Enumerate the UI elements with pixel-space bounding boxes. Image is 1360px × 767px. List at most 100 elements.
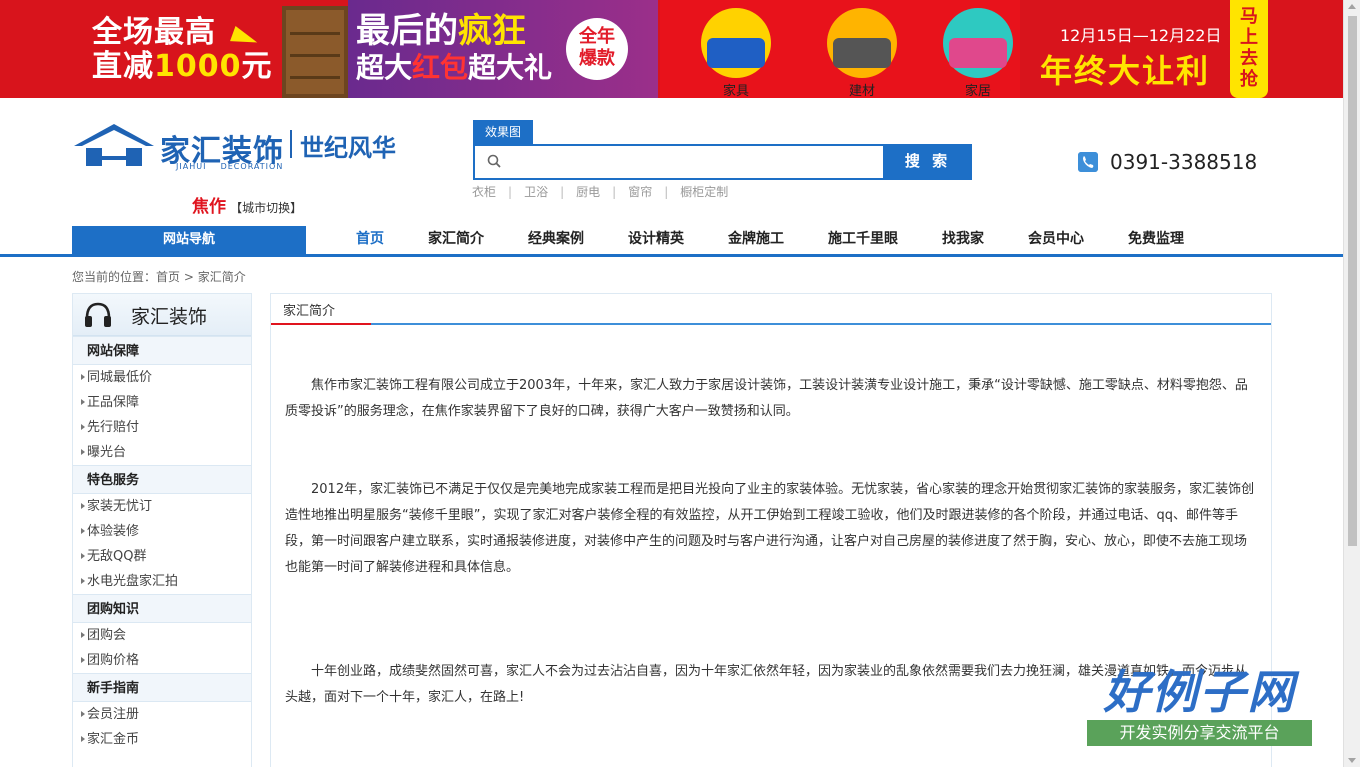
- logo-en2: DECORATION: [220, 162, 284, 171]
- house-logo-icon: [74, 124, 154, 166]
- sofa-icon: [701, 8, 771, 78]
- hot-sep: |: [560, 185, 565, 199]
- banner-line2-num: 1000: [154, 49, 242, 84]
- site-navigation-button[interactable]: 网站导航: [72, 226, 306, 254]
- breadcrumb-prefix: 您当前的位置：: [72, 270, 157, 284]
- nav-item-find-home[interactable]: 找我家: [920, 226, 1006, 254]
- scroll-thumb[interactable]: [1348, 16, 1357, 546]
- city-name: 焦作: [192, 197, 226, 217]
- main-nav: 首页 家汇简介 经典案例 设计精英 金牌施工 施工千里眼 找我家 会员中心 免费…: [334, 226, 1206, 254]
- logo-en1: JIAHUI: [176, 162, 207, 171]
- hot-keyword-curtain[interactable]: 窗帘: [628, 185, 652, 199]
- scroll-down-arrow-icon[interactable]: [1348, 758, 1356, 763]
- go-char-3: 去: [1240, 48, 1258, 69]
- banner-line2-prefix: 直减: [92, 49, 154, 84]
- sidebar-link-genuine[interactable]: 正品保障: [87, 395, 139, 410]
- hotline: 0391-3388518: [1078, 150, 1257, 174]
- sidebar-item[interactable]: 家汇金币: [73, 727, 251, 752]
- content-title: 家汇简介: [283, 304, 336, 319]
- search-tab-effect-images[interactable]: 效果图: [473, 120, 533, 144]
- sidebar-title: 家汇装饰: [131, 306, 208, 328]
- go-char-1: 马: [1240, 6, 1258, 27]
- sidebar-link-experience[interactable]: 体验装修: [87, 524, 139, 539]
- category-home[interactable]: 家居: [938, 8, 1018, 98]
- sidebar-item[interactable]: 家装无忧订: [73, 494, 251, 519]
- nav-item-member-center[interactable]: 会员中心: [1006, 226, 1106, 254]
- content-body: 焦作市家汇装饰工程有限公司成立于2003年，十年来，家汇人致力于家居设计装饰，工…: [271, 325, 1271, 711]
- scroll-up-arrow-icon[interactable]: [1348, 4, 1356, 9]
- sidebar-section-services: 特色服务: [73, 465, 251, 494]
- sidebar-item[interactable]: 体验装修: [73, 519, 251, 544]
- city-switch-link[interactable]: 【城市切换】: [230, 201, 302, 215]
- hot-keyword-cabinet[interactable]: 橱柜定制: [680, 185, 728, 199]
- sidebar-link-lowest-price[interactable]: 同城最低价: [87, 370, 152, 385]
- sidebar-link-worry-free[interactable]: 家装无忧订: [87, 499, 152, 514]
- search-input[interactable]: [509, 150, 869, 174]
- breadcrumb: 您当前的位置：首页 > 家汇简介: [72, 268, 246, 285]
- nav-item-free-supervision[interactable]: 免费监理: [1106, 226, 1206, 254]
- category-building-materials[interactable]: 建材: [822, 8, 902, 98]
- sidebar-item[interactable]: 团购会: [73, 623, 251, 648]
- promo-date: 12月15日—12月22日: [1060, 26, 1222, 45]
- sidebar-header: 家汇装饰: [73, 294, 251, 336]
- banner-discount-text: 全场最高 直减1000元: [92, 16, 273, 84]
- promo-banner[interactable]: 全场最高 直减1000元 最后的疯狂 超大红包超大礼 全年 爆款 家具 建材 家…: [0, 0, 1343, 98]
- category-building-materials-label: 建材: [848, 84, 875, 98]
- search-button[interactable]: 搜 索: [884, 144, 972, 180]
- nav-item-cases[interactable]: 经典案例: [506, 226, 606, 254]
- hot-keyword-kitchen-appliance[interactable]: 厨电: [576, 185, 600, 199]
- promo-l2c: 超大礼: [468, 51, 553, 84]
- sidebar-item[interactable]: 团购价格: [73, 648, 251, 673]
- category-home-label: 家居: [964, 84, 991, 98]
- category-furniture[interactable]: 家具: [696, 8, 776, 98]
- content-title-underline: [271, 323, 371, 325]
- range-hood-icon: [827, 8, 897, 78]
- sidebar-item[interactable]: 水电光盘家汇拍: [73, 569, 251, 594]
- vertical-scrollbar[interactable]: [1343, 0, 1360, 767]
- breadcrumb-home[interactable]: 首页: [156, 270, 180, 284]
- go-char-2: 上: [1240, 27, 1258, 48]
- nav-item-home[interactable]: 首页: [334, 226, 406, 254]
- phone-number: 0391-3388518: [1110, 150, 1258, 174]
- sidebar-item[interactable]: 无敌QQ群: [73, 544, 251, 569]
- search-box[interactable]: [473, 144, 885, 180]
- logo-english: JIAHUI DECORATION: [176, 162, 283, 171]
- headset-icon: [85, 302, 111, 327]
- breadcrumb-current[interactable]: 家汇简介: [198, 270, 246, 284]
- sidebar-link-coins[interactable]: 家汇金币: [87, 732, 139, 747]
- nav-item-designers[interactable]: 设计精英: [606, 226, 706, 254]
- sidebar-item[interactable]: 同城最低价: [73, 365, 251, 390]
- nav-item-construction[interactable]: 金牌施工: [706, 226, 806, 254]
- bookshelf-image: [282, 6, 348, 98]
- sidebar-item[interactable]: 会员注册: [73, 702, 251, 727]
- nav-item-site-camera[interactable]: 施工千里眼: [806, 226, 920, 254]
- sidebar-link-group-price[interactable]: 团购价格: [87, 653, 139, 668]
- hot-sep: |: [612, 185, 617, 199]
- sidebar-item[interactable]: 正品保障: [73, 390, 251, 415]
- watermark-logo: 好例子网 开发实例分享交流平台: [1087, 664, 1312, 746]
- site-logo[interactable]: 家汇装饰 世纪风华 JIAHUI DECORATION: [72, 122, 402, 174]
- breadcrumb-sep: >: [183, 270, 194, 284]
- hot-keyword-wardrobe[interactable]: 衣柜: [472, 185, 496, 199]
- hot-keyword-bathroom[interactable]: 卫浴: [524, 185, 548, 199]
- city-selector[interactable]: 焦作 【城市切换】: [192, 192, 302, 217]
- sidebar-item[interactable]: 先行赔付: [73, 415, 251, 440]
- watermark-subtitle: 开发实例分享交流平台: [1087, 720, 1312, 746]
- search-icon: [487, 154, 501, 168]
- sidebar-link-group-meeting[interactable]: 团购会: [87, 628, 126, 643]
- nav-item-about[interactable]: 家汇简介: [406, 226, 506, 254]
- promo-badge: 全年 爆款: [566, 18, 628, 80]
- logo-divider: [290, 130, 292, 158]
- sidebar-link-register[interactable]: 会员注册: [87, 707, 139, 722]
- sidebar-item[interactable]: 曝光台: [73, 440, 251, 465]
- sidebar-link-exposure[interactable]: 曝光台: [87, 445, 126, 460]
- badge-line2: 爆款: [579, 48, 615, 69]
- hot-sep: |: [664, 185, 669, 199]
- content-header: 家汇简介: [271, 294, 1271, 325]
- sidebar-link-qq-group[interactable]: 无敌QQ群: [87, 549, 146, 564]
- sidebar-link-compensation[interactable]: 先行赔付: [87, 420, 139, 435]
- go-grab-button[interactable]: 马 上 去 抢: [1230, 0, 1268, 98]
- badge-line1: 全年: [579, 26, 615, 47]
- promo-year-end: 年终大让利: [1040, 52, 1211, 90]
- sidebar-link-cd-photo[interactable]: 水电光盘家汇拍: [87, 574, 178, 589]
